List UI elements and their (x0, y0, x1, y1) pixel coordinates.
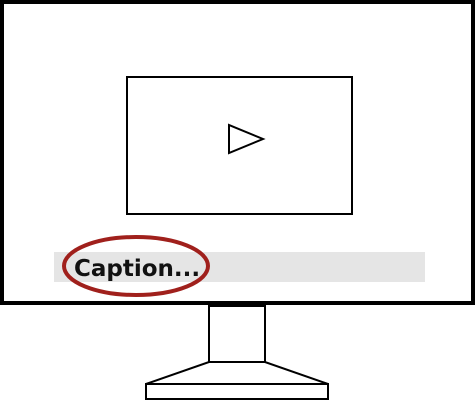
monitor-diagram: Caption... (0, 0, 475, 400)
monitor-base-top (145, 361, 329, 385)
monitor-illustration: Caption... (0, 0, 475, 403)
monitor-base (145, 361, 329, 400)
monitor-base-bottom (145, 383, 329, 400)
caption-text: Caption... (74, 256, 200, 282)
video-player (126, 76, 353, 215)
monitor-neck (208, 305, 266, 363)
